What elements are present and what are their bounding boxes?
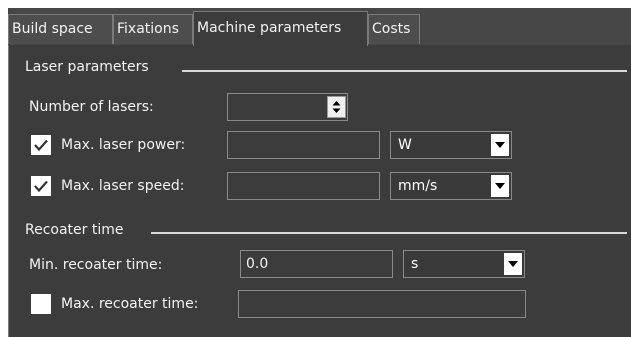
recoater-time-divider [151, 232, 627, 234]
min-recoater-time-input[interactable]: 0.0 [240, 250, 393, 278]
laser-parameters-title: Laser parameters [25, 59, 149, 75]
max-recoater-time-label: Max. recoater time: [61, 296, 199, 312]
max-laser-power-label: Max. laser power: [61, 137, 186, 153]
tab-fixations[interactable]: Fixations [113, 14, 193, 44]
recoater-unit-value: s [411, 256, 419, 272]
spin-arrows-icon[interactable] [327, 96, 346, 118]
max-laser-speed-input[interactable] [227, 172, 380, 200]
machine-settings-window: Build space Fixations Machine parameters… [8, 8, 631, 337]
power-unit-select[interactable]: W [390, 131, 512, 159]
chevron-down-icon[interactable] [504, 253, 522, 275]
max-laser-power-checkbox[interactable] [31, 135, 51, 155]
number-of-lasers-label: Number of lasers: [29, 99, 154, 115]
max-laser-speed-checkbox[interactable] [31, 176, 51, 196]
tab-machine-parameters[interactable]: Machine parameters [193, 11, 368, 46]
power-unit-value: W [398, 137, 412, 153]
tab-build-space[interactable]: Build space [8, 14, 113, 44]
recoater-time-title: Recoater time [25, 222, 124, 238]
speed-unit-value: mm/s [398, 178, 438, 194]
max-laser-speed-label: Max. laser speed: [61, 178, 185, 194]
speed-unit-select[interactable]: mm/s [390, 172, 512, 200]
max-laser-power-input[interactable] [227, 131, 380, 159]
machine-parameters-panel: Laser parameters Number of lasers: Max. … [8, 45, 631, 337]
chevron-down-icon[interactable] [491, 134, 509, 156]
recoater-unit-select[interactable]: s [403, 250, 525, 278]
tab-bar: Build space Fixations Machine parameters… [8, 8, 631, 46]
max-recoater-time-checkbox[interactable] [31, 294, 51, 314]
tab-costs[interactable]: Costs [368, 14, 420, 44]
chevron-down-icon[interactable] [491, 175, 509, 197]
laser-parameters-divider [182, 70, 627, 72]
min-recoater-time-label: Min. recoater time: [29, 257, 163, 273]
max-recoater-time-input[interactable] [238, 290, 526, 318]
